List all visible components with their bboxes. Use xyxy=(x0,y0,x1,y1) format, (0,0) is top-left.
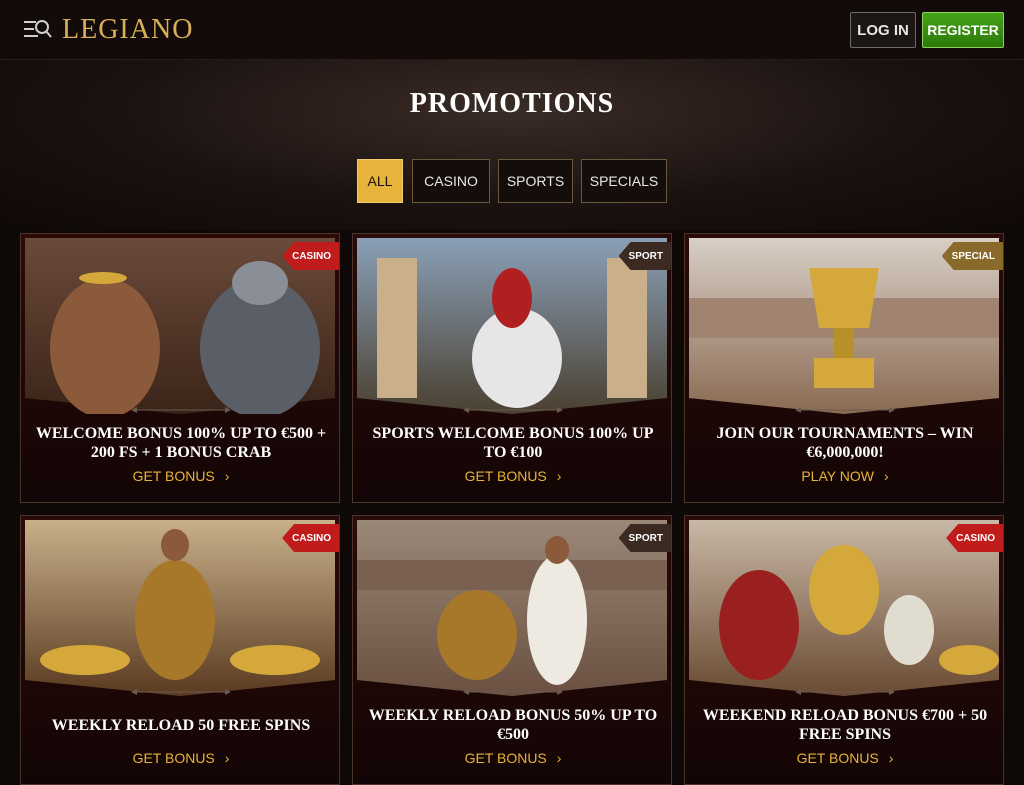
badge-casino: CASINO xyxy=(946,524,1003,552)
chevron-right-icon: › xyxy=(888,750,894,766)
promo-image-warriors xyxy=(25,238,335,414)
register-button[interactable]: REGISTER xyxy=(922,12,1004,48)
chevron-right-icon: › xyxy=(556,468,562,484)
ornament-divider xyxy=(131,689,231,695)
play-now-link[interactable]: PLAY NOW › xyxy=(685,468,1003,484)
ornament-divider xyxy=(795,689,895,695)
promo-card[interactable]: CASINO WEEKLY RELOAD 50 FREE SPINS GET B… xyxy=(20,515,340,785)
chevron-right-icon: › xyxy=(224,750,230,766)
promo-title: WELCOME BONUS 100% UP TO €500 + 200 FS +… xyxy=(35,425,327,461)
badge-casino: CASINO xyxy=(282,242,339,270)
promo-image-laurel-crowning xyxy=(357,520,667,696)
promo-card[interactable]: CASINO WEEKEND RELOAD BONUS €700 + 50 FR… xyxy=(684,515,1004,785)
promo-title: WEEKLY RELOAD BONUS 50% UP TO €500 xyxy=(368,707,658,743)
promo-card[interactable]: SPORT SPORTS WELCOME BONUS 100% UP TO €1… xyxy=(352,233,672,503)
ornament-divider xyxy=(463,407,563,413)
site-logo[interactable]: LEGIANO xyxy=(62,14,193,46)
ornament-divider xyxy=(795,407,895,413)
login-button[interactable]: LOG IN xyxy=(850,12,916,48)
get-bonus-link[interactable]: GET BONUS › xyxy=(21,750,339,766)
get-bonus-link[interactable]: GET BONUS › xyxy=(685,750,1003,766)
chevron-right-icon: › xyxy=(883,468,889,484)
get-bonus-link[interactable]: GET BONUS › xyxy=(353,468,671,484)
menu-search-icon[interactable] xyxy=(24,18,52,40)
ornament-divider xyxy=(131,407,231,413)
ornament-divider xyxy=(463,689,563,695)
top-bar: LEGIANO LOG IN REGISTER xyxy=(0,0,1024,60)
filter-tab-all[interactable]: ALL xyxy=(357,159,403,203)
chevron-right-icon: › xyxy=(556,750,562,766)
promo-card[interactable]: SPORT WEEKLY RELOAD BONUS 50% UP TO €500… xyxy=(352,515,672,785)
promo-card[interactable]: SPECIAL JOIN OUR TOURNAMENTS – WIN €6,00… xyxy=(684,233,1004,503)
promo-card[interactable]: CASINO WELCOME BONUS 100% UP TO €500 + 2… xyxy=(20,233,340,503)
hero-background xyxy=(0,60,1024,230)
filter-tab-casino[interactable]: CASINO xyxy=(412,159,490,203)
badge-special: SPECIAL xyxy=(941,242,1003,270)
filter-tab-specials[interactable]: SPECIALS xyxy=(581,159,667,203)
promo-image-emperor-horse xyxy=(357,238,667,414)
filter-tab-sports[interactable]: SPORTS xyxy=(498,159,573,203)
get-bonus-link[interactable]: GET BONUS › xyxy=(21,468,339,484)
badge-casino: CASINO xyxy=(282,524,339,552)
promo-title: WEEKLY RELOAD 50 FREE SPINS xyxy=(51,717,311,734)
chevron-right-icon: › xyxy=(224,468,230,484)
get-bonus-link[interactable]: GET BONUS › xyxy=(353,750,671,766)
promo-title: WEEKEND RELOAD BONUS €700 + 50 FREE SPIN… xyxy=(702,707,988,743)
promo-title: JOIN OUR TOURNAMENTS – WIN €6,000,000! xyxy=(716,425,974,461)
promo-image-soldier-treasure xyxy=(25,520,335,696)
page-title: PROMOTIONS xyxy=(409,88,615,119)
promo-title: SPORTS WELCOME BONUS 100% UP TO €100 xyxy=(372,425,654,461)
promo-image-golden-shield xyxy=(689,520,999,696)
